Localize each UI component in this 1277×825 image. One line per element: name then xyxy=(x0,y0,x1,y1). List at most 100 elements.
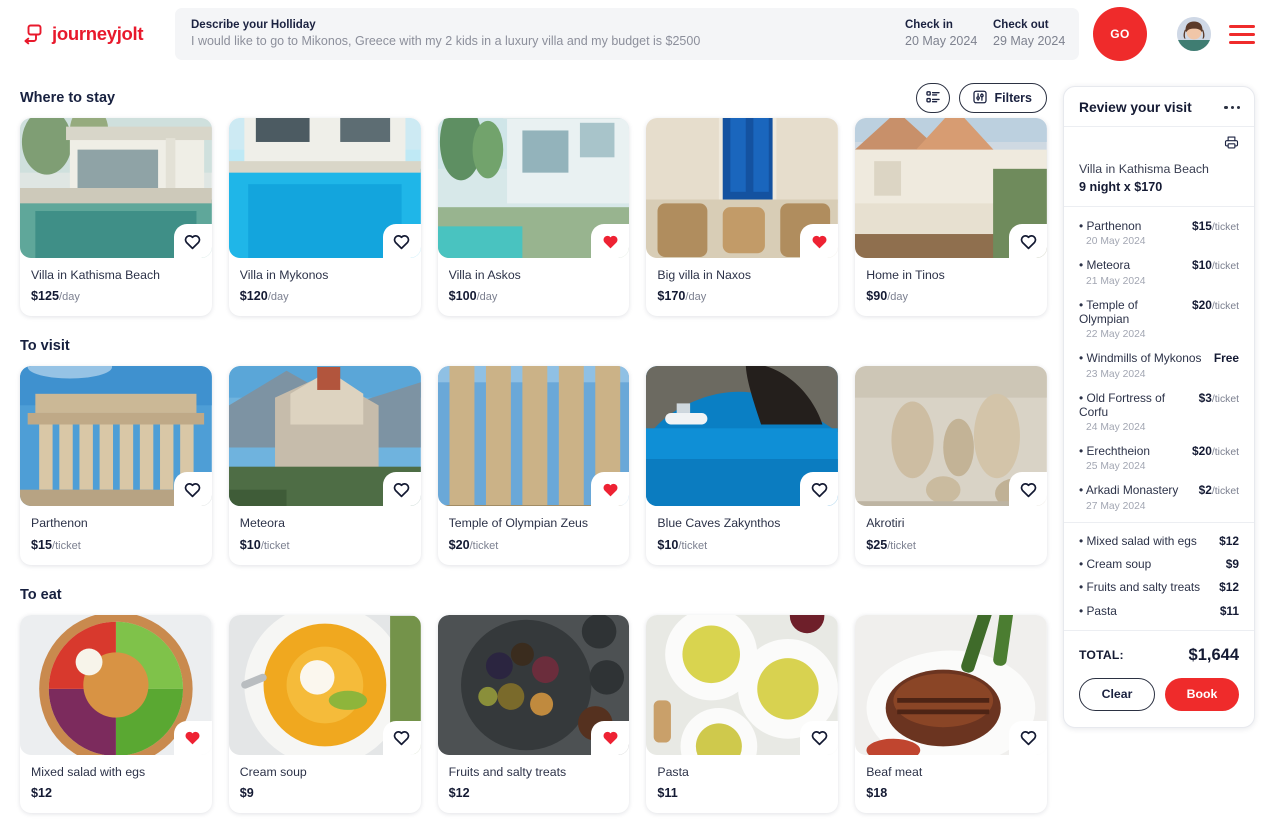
review-attraction-name: • Parthenon xyxy=(1079,219,1142,234)
clear-button[interactable]: Clear xyxy=(1079,677,1155,711)
card-stay[interactable]: Villa in Mykonos $120/day xyxy=(228,118,421,317)
heart-filled-icon[interactable] xyxy=(601,728,620,747)
review-attraction-main: • Parthenon $15/ticket xyxy=(1079,219,1239,233)
card-stay[interactable]: Big villa in Naxos $170/day xyxy=(646,118,839,317)
card-stay[interactable]: Villa in Askos $100/day xyxy=(437,118,630,317)
card-price-amount: $12 xyxy=(448,786,470,801)
card-price-amount: $9 xyxy=(239,786,254,801)
heart-filled-icon[interactable] xyxy=(183,728,202,747)
card-media xyxy=(228,366,421,507)
heart-outline-icon[interactable] xyxy=(392,480,411,499)
go-button[interactable]: GO xyxy=(1093,7,1147,61)
card-body: Mixed salad with egs $12 xyxy=(20,755,212,813)
card-eat[interactable]: Cream soup $9 xyxy=(228,614,421,814)
favorite-notch xyxy=(800,224,839,258)
card-media xyxy=(228,614,421,755)
review-attraction-date: 20 May 2024 xyxy=(1086,236,1146,248)
card-stay[interactable]: Villa in Kathisma Beach $125/day xyxy=(20,118,212,317)
heart-outline-icon[interactable] xyxy=(1019,232,1038,251)
card-visit[interactable]: Temple of Olympian Zeus $20/ticket xyxy=(437,366,630,565)
checkin-field[interactable]: Check in 20 May 2024 xyxy=(903,8,991,60)
card-price-unit: /ticket xyxy=(469,539,499,552)
heart-outline-icon[interactable] xyxy=(183,232,202,251)
filters-button[interactable]: Filters xyxy=(959,83,1047,113)
card-price-amount: $11 xyxy=(657,786,678,801)
card-price: $12 xyxy=(31,786,201,800)
card-media xyxy=(646,118,839,258)
card-price-unit: /day xyxy=(887,291,908,304)
card-title: Pasta xyxy=(657,764,689,779)
card-eat[interactable]: Fruits and salty treats $12 xyxy=(437,614,630,814)
heart-filled-icon[interactable] xyxy=(810,232,829,251)
card-price-unit: /ticket xyxy=(260,539,290,552)
review-attraction-date: 25 May 2024 xyxy=(1086,461,1146,473)
card-media xyxy=(20,118,212,258)
book-button[interactable]: Book xyxy=(1165,677,1239,711)
card-eat[interactable]: Beaf meat $18 xyxy=(855,614,1047,814)
card-body: Temple of Olympian Zeus $20/ticket xyxy=(438,506,630,564)
section-header-stay: Where to stay Filters xyxy=(20,78,1047,118)
card-visit[interactable]: Parthenon $15/ticket xyxy=(20,366,212,565)
printer-icon[interactable] xyxy=(1224,135,1239,155)
favorite-notch xyxy=(382,224,421,258)
heart-outline-icon[interactable] xyxy=(392,232,411,251)
total-label: TOTAL: xyxy=(1079,648,1124,663)
list-view-button[interactable] xyxy=(916,83,951,113)
card-body: Parthenon $15/ticket xyxy=(20,506,212,564)
heart-outline-icon[interactable] xyxy=(1019,480,1038,499)
favorite-notch xyxy=(1009,720,1047,755)
card-price: $20/ticket xyxy=(449,538,619,552)
page-body: Where to stay Filters Villa in Kathisma … xyxy=(0,68,1277,825)
heart-outline-icon[interactable] xyxy=(810,480,829,499)
heart-outline-icon[interactable] xyxy=(183,480,202,499)
card-price: $170/day xyxy=(657,289,827,303)
favorite-notch xyxy=(800,720,839,755)
card-price-unit: /ticket xyxy=(678,539,708,552)
list-view-icon xyxy=(925,89,941,108)
card-body: Akrotiri $25/ticket xyxy=(855,506,1047,564)
card-price-unit: /day xyxy=(476,291,498,304)
review-food-price: $12 xyxy=(1219,580,1239,595)
app-header: journeyjolt Describe your Holliday I wou… xyxy=(0,0,1277,68)
card-eat[interactable]: Mixed salad with egs $12 xyxy=(20,614,212,814)
heart-outline-icon[interactable] xyxy=(1019,728,1038,747)
review-attraction-row: • Old Fortress of Corfu $3/ticket 24 May… xyxy=(1079,391,1239,434)
checkout-value: 29 May 2024 xyxy=(993,33,1066,48)
review-attraction-main: • Erechtheion $20/ticket xyxy=(1079,444,1239,458)
checkout-field[interactable]: Check out 29 May 2024 xyxy=(991,8,1079,60)
avatar[interactable] xyxy=(1177,17,1211,51)
card-visit[interactable]: Blue Caves Zakynthos $10/ticket xyxy=(646,366,839,565)
describe-holiday-field[interactable]: Describe your Holliday I would like to g… xyxy=(175,8,903,60)
section-title-visit: To visit xyxy=(20,338,70,355)
heart-filled-icon[interactable] xyxy=(601,480,620,499)
heart-outline-icon[interactable] xyxy=(392,728,411,747)
card-title: Villa in Kathisma Beach xyxy=(31,268,160,282)
review-attraction-main: • Windmills of Mykonos Free xyxy=(1079,351,1239,365)
card-body: Big villa in Naxos $170/day xyxy=(646,258,838,316)
card-price: $120/day xyxy=(240,289,410,303)
filters-label: Filters xyxy=(994,91,1032,105)
review-attraction-name: • Windmills of Mykonos xyxy=(1079,351,1202,366)
card-title: Home in Tinos xyxy=(866,268,945,282)
card-price-amount: $100 xyxy=(448,289,477,304)
card-media xyxy=(437,614,630,755)
more-options-icon[interactable] xyxy=(1224,102,1240,113)
section-title-eat: To eat xyxy=(20,586,62,603)
heart-filled-icon[interactable] xyxy=(601,232,620,251)
review-food-row: • Fruits and salty treats $12 xyxy=(1079,580,1239,594)
card-stay[interactable]: Home in Tinos $90/day xyxy=(855,118,1047,317)
heart-outline-icon[interactable] xyxy=(810,728,829,747)
card-visit[interactable]: Meteora $10/ticket xyxy=(228,366,421,565)
checkin-value: 20 May 2024 xyxy=(905,33,978,48)
brand[interactable]: journeyjolt xyxy=(20,22,160,46)
main-content: Where to stay Filters Villa in Kathisma … xyxy=(20,68,1047,825)
card-price-amount: $10 xyxy=(239,537,261,552)
hamburger-menu-icon[interactable] xyxy=(1229,24,1255,44)
card-eat[interactable]: Pasta $11 xyxy=(646,614,839,814)
total-value: $1,644 xyxy=(1188,645,1239,664)
card-price: $9 xyxy=(240,786,410,800)
card-visit[interactable]: Akrotiri $25/ticket xyxy=(855,366,1047,565)
favorite-notch xyxy=(591,224,630,258)
favorite-notch xyxy=(591,720,630,755)
card-media xyxy=(20,614,212,755)
